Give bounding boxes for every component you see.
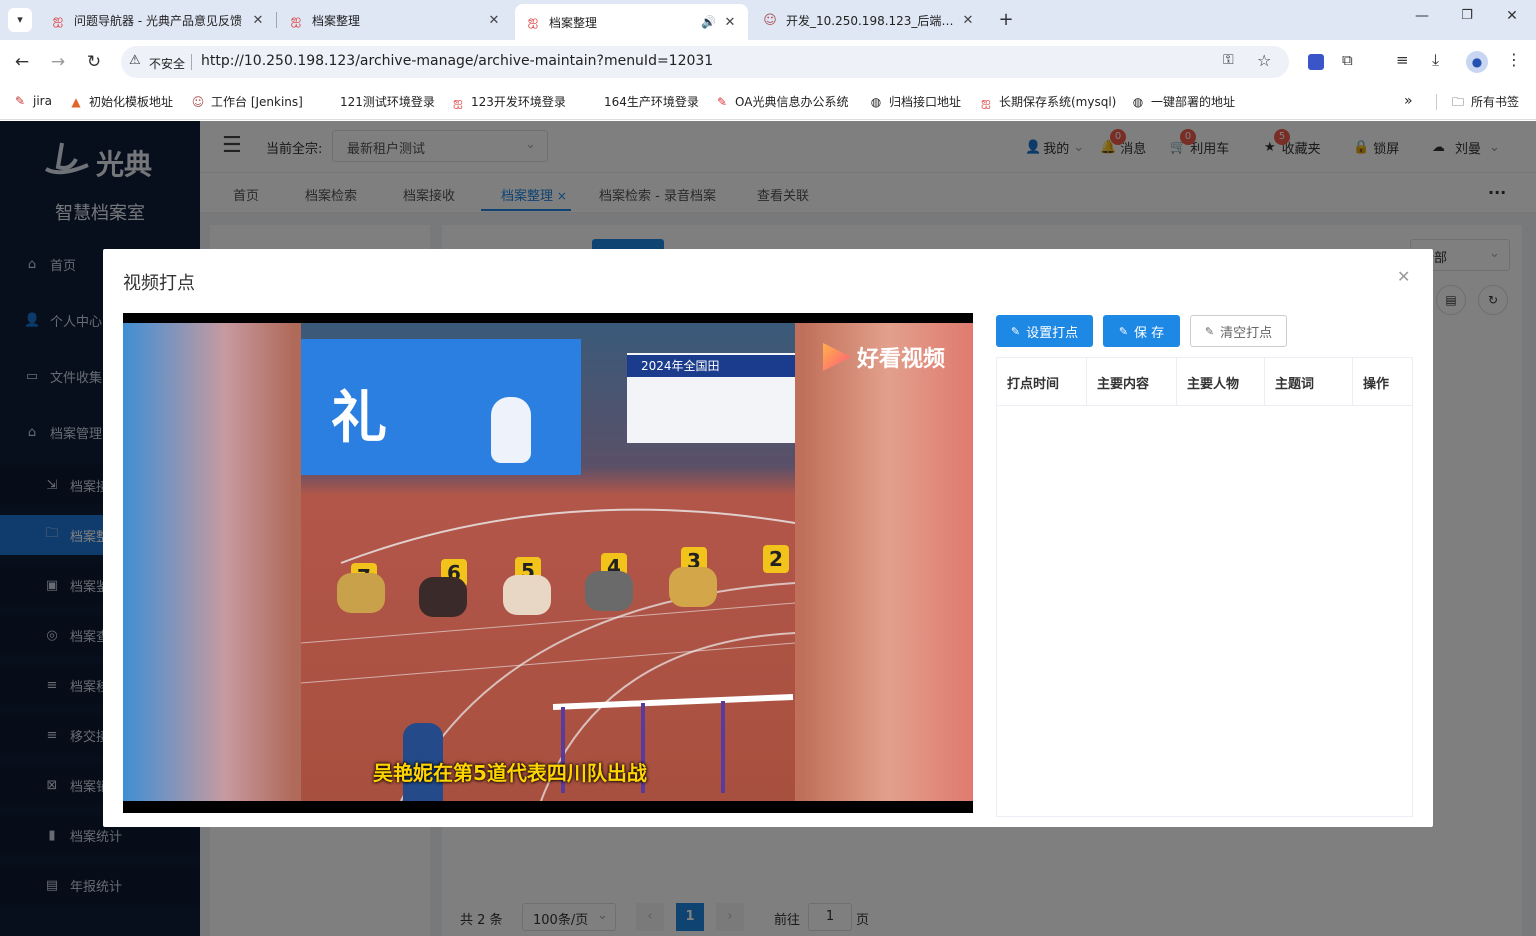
- video-screen-character: 礼: [331, 386, 387, 451]
- favicon-icon: ஐ: [527, 14, 539, 29]
- new-tab-plus-icon[interactable]: +: [994, 8, 1018, 32]
- forward-arrow-icon[interactable]: →: [46, 50, 70, 74]
- bookmarks-bar: ✎ jira ▲ 初始化模板地址 ☺ 工作台 [Jenkins] 121测试环境登录 …: [0, 84, 1536, 120]
- extension-blue-icon[interactable]: [1308, 54, 1324, 70]
- bookmarks-overflow-icon[interactable]: »: [1404, 93, 1413, 109]
- gitlab-favicon-icon: ▲: [71, 94, 81, 109]
- bookmark-template[interactable]: ▲ 初始化模板地址: [68, 93, 173, 110]
- download-icon[interactable]: ⤓: [1432, 50, 1439, 70]
- video-caption: 吴艳妮在第5道代表四川队出战: [373, 761, 647, 785]
- close-tab-icon[interactable]: ✕: [486, 13, 502, 28]
- video-player[interactable]: 礼 2024年全国田 好看视频 765432: [123, 313, 973, 813]
- col-keyword: 主题词: [1265, 358, 1353, 406]
- favicon-icon: ஐ: [52, 12, 64, 28]
- jira-favicon-icon: ✎: [14, 94, 26, 108]
- edit-icon: ✎: [1010, 324, 1021, 338]
- reload-icon[interactable]: ↻: [82, 50, 106, 74]
- dialog-title: 视频打点: [123, 273, 195, 294]
- warning-icon[interactable]: ⚠: [129, 53, 141, 68]
- edit-icon: ✎: [1204, 324, 1215, 338]
- restore-window-icon[interactable]: ❐: [1455, 8, 1479, 23]
- browser-menu-icon[interactable]: ⋮: [1506, 50, 1522, 69]
- bookmark-oa[interactable]: ✎ OA光典信息办公系统: [714, 93, 848, 110]
- video-watermark: 好看视频: [823, 341, 945, 373]
- jenkins-favicon-icon: ☺: [763, 12, 777, 28]
- bookmark-longterm[interactable]: ஐ 长期保存系统(mysql): [978, 93, 1116, 110]
- browser-tab-3-active[interactable]: ஐ 档案整理 🔊 ✕: [515, 4, 748, 40]
- oa-favicon-icon: ✎: [716, 94, 728, 109]
- clear-points-button[interactable]: ✎ 清空打点: [1190, 315, 1287, 347]
- browser-tab-2[interactable]: ஐ 档案整理 ✕: [278, 5, 512, 36]
- key-icon[interactable]: ⚿: [1223, 52, 1234, 68]
- minimize-window-icon[interactable]: —: [1410, 8, 1434, 24]
- all-bookmarks[interactable]: 🗀 所有书签: [1450, 93, 1519, 110]
- close-tab-icon[interactable]: ✕: [250, 13, 266, 28]
- favicon-icon: ஐ: [290, 12, 302, 28]
- video-runners: [323, 563, 743, 633]
- bookmark-123[interactable]: ஐ 123开发环境登录: [450, 93, 566, 110]
- close-tab-icon[interactable]: ✕: [960, 13, 976, 28]
- points-table: 打点时间 主要内容 主要人物 主题词 操作: [996, 357, 1413, 817]
- bookmark-favicon-icon: ஐ: [453, 94, 463, 109]
- bookmark-121[interactable]: 121测试环境登录: [340, 93, 435, 110]
- bookmark-star-icon[interactable]: ☆: [1257, 51, 1271, 70]
- browser-tab-1[interactable]: ஐ 问题导航器 - 光典产品意见反馈 ✕: [40, 5, 276, 36]
- browser-tab-bar: ▾ ஐ 问题导航器 - 光典产品意见反馈 ✕ ஐ 档案整理 ✕ ஐ 档案整理 🔊…: [0, 0, 1536, 40]
- tab-search-button[interactable]: ▾: [8, 8, 32, 32]
- folder-icon: 🗀: [1451, 94, 1464, 109]
- col-main-content: 主要内容: [1087, 358, 1177, 406]
- video-marking-dialog: 视频打点 ✕ 礼 2024年全国田 好看视频 765432: [103, 249, 1433, 827]
- table-header-row: 打点时间 主要内容 主要人物 主题词 操作: [997, 358, 1412, 406]
- globe-icon: ◍: [1132, 94, 1144, 109]
- haokan-logo-icon: [823, 343, 851, 371]
- close-tab-icon[interactable]: ✕: [722, 15, 738, 30]
- save-button[interactable]: ✎ 保 存: [1103, 315, 1180, 347]
- lane-marker: 2: [763, 545, 789, 573]
- insecure-label[interactable]: 不安全: [149, 55, 185, 72]
- back-arrow-icon[interactable]: ←: [10, 50, 34, 74]
- omnibox[interactable]: ⚠ 不安全 http://10.250.198.123/archive-mana…: [121, 46, 1289, 78]
- video-mascot: [491, 397, 531, 463]
- bookmark-favicon-icon: ஐ: [981, 94, 991, 109]
- bookmark-jenkins[interactable]: ☺ 工作台 [Jenkins]: [190, 93, 303, 110]
- extensions-puzzle-icon[interactable]: ⧉: [1342, 51, 1353, 69]
- audio-playing-icon[interactable]: 🔊: [701, 15, 716, 29]
- set-point-button[interactable]: ✎ 设置打点: [996, 315, 1093, 347]
- jenkins-favicon-icon: ☺: [191, 94, 205, 109]
- bookmark-deploy[interactable]: ◍ 一键部署的地址: [1130, 93, 1235, 110]
- edit-icon: ✎: [1118, 324, 1129, 338]
- profile-avatar-icon[interactable]: ●: [1466, 51, 1488, 73]
- col-main-person: 主要人物: [1177, 358, 1265, 406]
- browser-tab-4[interactable]: ☺ 开发_10.250.198.123_后端 #30 ✕: [752, 5, 986, 36]
- bookmark-164[interactable]: 164生产环境登录: [604, 93, 699, 110]
- bookmark-archive-api[interactable]: ◍ 归档接口地址: [868, 93, 961, 110]
- globe-icon: ◍: [870, 94, 882, 109]
- url-text[interactable]: http://10.250.198.123/archive-manage/arc…: [201, 53, 713, 69]
- col-action: 操作: [1363, 376, 1390, 392]
- bookmark-jira[interactable]: ✎ jira: [12, 93, 52, 109]
- video-banner: 2024年全国田: [627, 353, 795, 443]
- close-dialog-icon[interactable]: ✕: [1397, 267, 1410, 286]
- col-point-time: 打点时间: [997, 358, 1087, 406]
- media-control-icon[interactable]: ≡: [1396, 51, 1409, 69]
- browser-address-bar: ← → ↻ ⚠ 不安全 http://10.250.198.123/archiv…: [0, 40, 1536, 84]
- close-window-icon[interactable]: ✕: [1500, 8, 1524, 24]
